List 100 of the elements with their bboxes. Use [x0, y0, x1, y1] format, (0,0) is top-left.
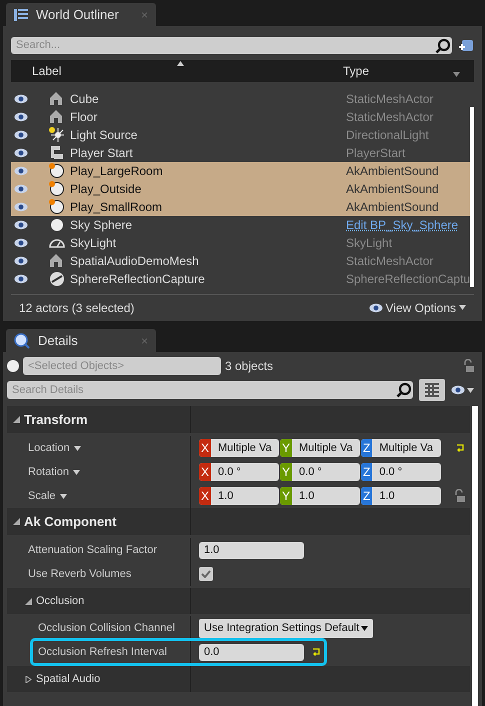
eye-icon[interactable]: [14, 238, 28, 248]
actor-row[interactable]: Play_LargeRoom AkAmbientSound: [11, 162, 470, 180]
blueprint-link[interactable]: Edit BP_Sky_Sphere: [346, 216, 458, 234]
checkbox[interactable]: [199, 567, 213, 581]
eye-icon[interactable]: [14, 184, 28, 194]
actor-row[interactable]: Floor StaticMeshActor: [11, 108, 470, 126]
panel-tab[interactable]: World Outliner ×: [6, 3, 156, 26]
actor-row[interactable]: Player Start PlayerStart: [11, 144, 470, 162]
field-value: 1.0: [298, 489, 314, 504]
vector-component-field[interactable]: Z 0.0 °: [361, 463, 441, 481]
expand-triangle-icon[interactable]: [13, 416, 20, 423]
vector-component-field[interactable]: Y Multiple Va: [280, 439, 360, 457]
group-row[interactable]: Occlusion: [7, 588, 470, 614]
actor-type: AkAmbientSound: [346, 198, 439, 216]
actor-label: Floor: [69, 108, 98, 126]
property-label: Location: [28, 440, 70, 456]
vector-component-field[interactable]: Z Multiple Va: [361, 439, 441, 457]
eye-icon[interactable]: [368, 302, 383, 313]
axis-label: Y: [280, 463, 292, 481]
category-header[interactable]: Ak Component: [7, 508, 470, 535]
dropdown[interactable]: Use Integration Settings Default: [199, 618, 374, 638]
actor-label: Play_LargeRoom: [69, 162, 164, 180]
actor-row[interactable]: Cube StaticMeshActor: [11, 90, 470, 108]
expand-triangle-icon[interactable]: [13, 518, 20, 525]
eye-icon[interactable]: [14, 130, 28, 140]
actor-label: Play_Outside: [69, 180, 142, 198]
start-actor-icon: [48, 144, 66, 162]
caret-icon[interactable]: [60, 492, 67, 500]
reset-arrow-icon[interactable]: [456, 444, 464, 452]
actor-row[interactable]: Light Source DirectionalLight: [11, 126, 470, 144]
axis-label: X: [199, 463, 212, 481]
eye-icon[interactable]: [14, 220, 28, 230]
actor-row[interactable]: SphereReflectionCapture SphereReflectionCaptu: [11, 270, 470, 288]
actor-row[interactable]: Play_SmallRoom AkAmbientSound: [11, 198, 470, 216]
eye-icon[interactable]: [14, 256, 28, 266]
scrollbar-thumb[interactable]: [472, 406, 478, 706]
eye-icon[interactable]: [14, 274, 28, 284]
category-header[interactable]: Transform: [7, 406, 470, 433]
add-folder-icon[interactable]: [458, 38, 474, 52]
vector-component-field[interactable]: Y 1.0: [280, 487, 360, 505]
actor-label: SphereReflectionCapture: [69, 270, 206, 288]
vector-component-field[interactable]: Y 0.0 °: [280, 463, 360, 481]
panel-tab[interactable]: Details ×: [6, 329, 156, 352]
actor-label: Play_SmallRoom: [69, 198, 164, 216]
expand-triangle-icon[interactable]: [25, 676, 32, 682]
group-label: Spatial Audio: [36, 672, 100, 687]
lock-icon[interactable]: [454, 489, 466, 503]
search-placeholder: Search Details: [12, 382, 85, 398]
eye-icon[interactable]: [14, 166, 28, 176]
actor-row[interactable]: SpatialAudioDemoMesh StaticMeshActor: [11, 252, 470, 270]
expand-triangle-icon[interactable]: [25, 598, 32, 604]
eye-icon[interactable]: [14, 94, 28, 104]
eye-icon[interactable]: [451, 385, 465, 395]
group-label: Occlusion: [36, 594, 84, 609]
field-value: 0.0 °: [217, 465, 241, 480]
category-title: Ak Component: [24, 512, 116, 531]
property-label: Rotation: [28, 464, 69, 480]
field-value: 1.0: [378, 489, 395, 504]
caret-icon: [361, 624, 368, 632]
property-label: Use Reverb Volumes: [28, 566, 132, 582]
eye-icon[interactable]: [14, 202, 28, 212]
axis-label: Z: [361, 487, 372, 505]
vector-component-field[interactable]: X Multiple Va: [199, 439, 279, 457]
caret-icon[interactable]: [74, 444, 81, 452]
actor-label: Cube: [69, 90, 100, 108]
axis-label: Y: [280, 439, 292, 457]
actor-row[interactable]: Sky Sphere Edit BP_Sky_Sphere: [11, 216, 470, 234]
axis-label: Z: [361, 463, 372, 481]
actor-label: SpatialAudioDemoMesh: [69, 252, 200, 270]
tab-title: Details: [38, 332, 78, 350]
actor-type: PlayerStart: [346, 144, 406, 162]
reset-arrow-icon[interactable]: [312, 648, 321, 656]
actor-type: StaticMeshActor: [346, 108, 434, 126]
actor-row[interactable]: Play_Outside AkAmbientSound: [11, 180, 470, 198]
vector-component-field[interactable]: X 0.0 °: [199, 463, 279, 481]
axis-label: Y: [280, 487, 292, 505]
eye-icon[interactable]: [14, 112, 28, 122]
filter-caret-icon[interactable]: [453, 71, 460, 78]
scrollbar-thumb[interactable]: [470, 106, 474, 287]
group-row[interactable]: Spatial Audio: [7, 666, 470, 692]
grid-view-icon[interactable]: [419, 379, 445, 401]
eye-icon[interactable]: [14, 148, 28, 158]
property-label: Occlusion Collision Channel: [38, 620, 175, 636]
vector-component-field[interactable]: X 1.0: [199, 487, 279, 505]
field-value: Multiple Va: [217, 441, 272, 456]
actor-label: Player Start: [69, 144, 134, 162]
actor-label: Sky Sphere: [69, 216, 134, 234]
view-options-button[interactable]: View Options: [368, 298, 466, 317]
list-icon: [14, 8, 28, 22]
number-field[interactable]: 1.0: [199, 542, 304, 558]
caret-icon[interactable]: [467, 386, 474, 394]
number-field[interactable]: 0.0: [199, 644, 304, 660]
column-heading[interactable]: Label: [32, 62, 62, 80]
sound-actor-icon: [48, 162, 66, 180]
actor-row[interactable]: SkyLight SkyLight: [11, 234, 470, 252]
column-heading[interactable]: Type: [343, 62, 370, 80]
lock-icon[interactable]: [463, 359, 475, 373]
vector-component-field[interactable]: Z 1.0: [361, 487, 441, 505]
caret-icon: [459, 304, 466, 312]
caret-icon[interactable]: [72, 468, 80, 476]
